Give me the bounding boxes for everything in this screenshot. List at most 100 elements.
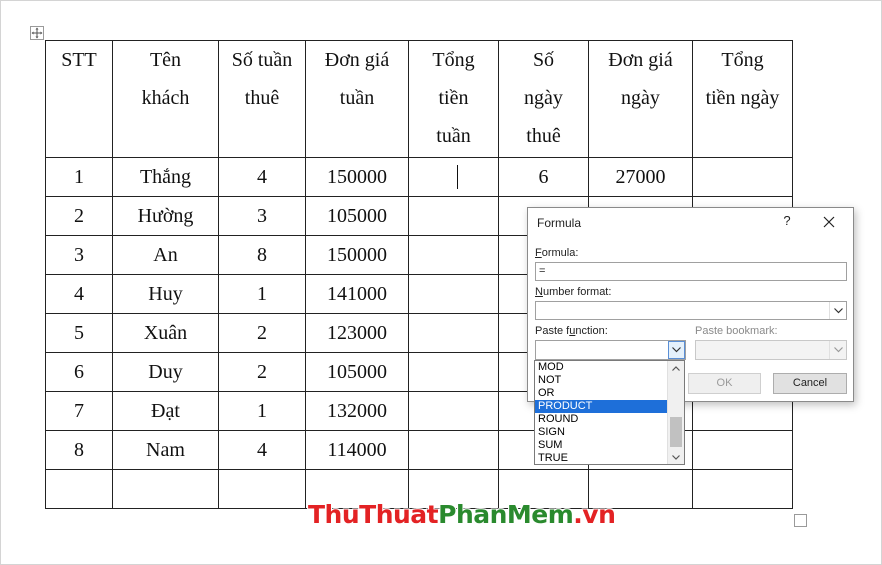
table-cell[interactable]: 2 <box>218 313 306 353</box>
close-icon[interactable] <box>821 214 837 230</box>
table-cell[interactable]: 8 <box>45 430 113 470</box>
table-cell[interactable] <box>692 430 793 470</box>
scroll-down-icon[interactable] <box>668 450 684 464</box>
listbox-scrollbar[interactable] <box>667 361 684 464</box>
table-cell[interactable]: 4 <box>45 274 113 314</box>
table-cell[interactable]: 6 <box>498 157 589 197</box>
table-move-handle-icon[interactable] <box>30 26 44 40</box>
header-cell[interactable]: STT <box>45 40 113 158</box>
table-cell[interactable]: 5 <box>45 313 113 353</box>
cancel-button[interactable]: Cancel <box>773 373 847 394</box>
paste-function-select[interactable] <box>535 340 686 360</box>
table-cell[interactable]: 114000 <box>305 430 409 470</box>
table-cell[interactable]: Nam <box>112 430 219 470</box>
table-cell[interactable] <box>408 352 499 392</box>
header-cell[interactable]: Tổng tiền tuần <box>408 40 499 158</box>
paste-bookmark-label: Paste bookmark: <box>695 325 778 337</box>
table-cell[interactable] <box>408 196 499 236</box>
header-text: Tổng <box>432 49 475 71</box>
table-cell[interactable]: 150000 <box>305 157 409 197</box>
table-cell[interactable]: 27000 <box>588 157 693 197</box>
table-cell[interactable]: Thắng <box>112 157 219 197</box>
cell-text: Thắng <box>139 166 192 188</box>
table-cell[interactable]: An <box>112 235 219 275</box>
paste-bookmark-select[interactable] <box>695 340 847 360</box>
table-cell[interactable]: 105000 <box>305 196 409 236</box>
header-cell[interactable]: Đơn giá tuần <box>305 40 409 158</box>
cell-text: 132000 <box>327 400 387 422</box>
formula-input[interactable]: = <box>535 262 847 281</box>
function-list-item[interactable]: TRUE <box>535 452 668 464</box>
header-text: Tổng <box>721 49 764 71</box>
table-cell[interactable]: 6 <box>45 352 113 392</box>
chevron-down-icon[interactable] <box>829 341 846 359</box>
table-cell[interactable]: 1 <box>45 157 113 197</box>
table-cell[interactable]: Hường <box>112 196 219 236</box>
table-cell[interactable] <box>692 157 793 197</box>
cell-text: 4 <box>74 283 84 305</box>
table-cell[interactable]: 1 <box>218 391 306 431</box>
table-cell[interactable] <box>408 430 499 470</box>
table-cell[interactable]: 2 <box>45 196 113 236</box>
table-cell[interactable]: Xuân <box>112 313 219 353</box>
table-cell[interactable] <box>112 469 219 509</box>
number-format-select[interactable] <box>535 301 847 320</box>
table-cell[interactable] <box>692 469 793 509</box>
table-cell[interactable]: 7 <box>45 391 113 431</box>
table-cell[interactable]: 4 <box>218 157 306 197</box>
table-cell[interactable]: 141000 <box>305 274 409 314</box>
cell-text: 5 <box>74 322 84 344</box>
header-cell[interactable]: Số ngày thuê <box>498 40 589 158</box>
cell-text: 2 <box>74 205 84 227</box>
table-cell[interactable] <box>45 469 113 509</box>
function-list-item[interactable]: MOD <box>535 361 668 374</box>
table-cell[interactable] <box>218 469 306 509</box>
watermark-part-1: ThuThuat <box>308 500 439 529</box>
help-button[interactable]: ? <box>780 213 794 229</box>
header-text: tuần <box>339 87 375 109</box>
watermark-part-2: PhanMem <box>438 500 574 529</box>
function-list-item[interactable]: SIGN <box>535 426 668 439</box>
table-cell[interactable]: 3 <box>218 196 306 236</box>
cell-text: 105000 <box>327 361 387 383</box>
header-text: ngày <box>524 87 563 109</box>
table-cell[interactable]: 132000 <box>305 391 409 431</box>
function-list-item[interactable]: NOT <box>535 374 668 387</box>
table-cell[interactable]: 150000 <box>305 235 409 275</box>
header-cell[interactable]: Tên khách <box>112 40 219 158</box>
header-text: tuần <box>436 125 471 147</box>
table-cell[interactable]: 123000 <box>305 313 409 353</box>
ok-button[interactable]: OK <box>688 373 761 394</box>
chevron-down-icon[interactable] <box>829 302 846 319</box>
header-cell[interactable]: Đơn giá ngày <box>588 40 693 158</box>
table-cell[interactable] <box>408 157 499 197</box>
table-cell[interactable]: 4 <box>218 430 306 470</box>
chevron-down-icon[interactable] <box>668 341 685 359</box>
table-cell[interactable] <box>408 274 499 314</box>
table-cell[interactable] <box>408 235 499 275</box>
function-list-item[interactable]: SUM <box>535 439 668 452</box>
header-cell[interactable]: Số tuần thuê <box>218 40 306 158</box>
function-list-item[interactable]: PRODUCT <box>535 400 668 413</box>
table-cell[interactable]: 2 <box>218 352 306 392</box>
cell-text: 3 <box>257 205 267 227</box>
table-cell[interactable]: Duy <box>112 352 219 392</box>
scroll-up-icon[interactable] <box>668 361 684 375</box>
header-cell[interactable]: Tổng tiền ngày <box>692 40 793 158</box>
table-cell[interactable]: Huy <box>112 274 219 314</box>
table-resize-handle-icon[interactable] <box>794 514 807 527</box>
function-list-item[interactable]: OR <box>535 387 668 400</box>
table-cell[interactable]: Đạt <box>112 391 219 431</box>
table-cell[interactable] <box>408 391 499 431</box>
number-format-label: Number format: <box>535 286 612 298</box>
table-cell[interactable]: 1 <box>218 274 306 314</box>
table-cell[interactable]: 8 <box>218 235 306 275</box>
table-cell[interactable]: 105000 <box>305 352 409 392</box>
table-cell[interactable] <box>408 313 499 353</box>
scrollbar-thumb[interactable] <box>670 417 682 447</box>
function-list-item[interactable]: ROUND <box>535 413 668 426</box>
function-listbox[interactable]: MOD NOT OR PRODUCT ROUND SIGN SUM TRUE <box>534 360 685 465</box>
header-text: ngày <box>621 87 660 109</box>
table-cell[interactable]: 3 <box>45 235 113 275</box>
table-row: 1 Thắng 4 150000 6 27000 <box>45 157 793 197</box>
